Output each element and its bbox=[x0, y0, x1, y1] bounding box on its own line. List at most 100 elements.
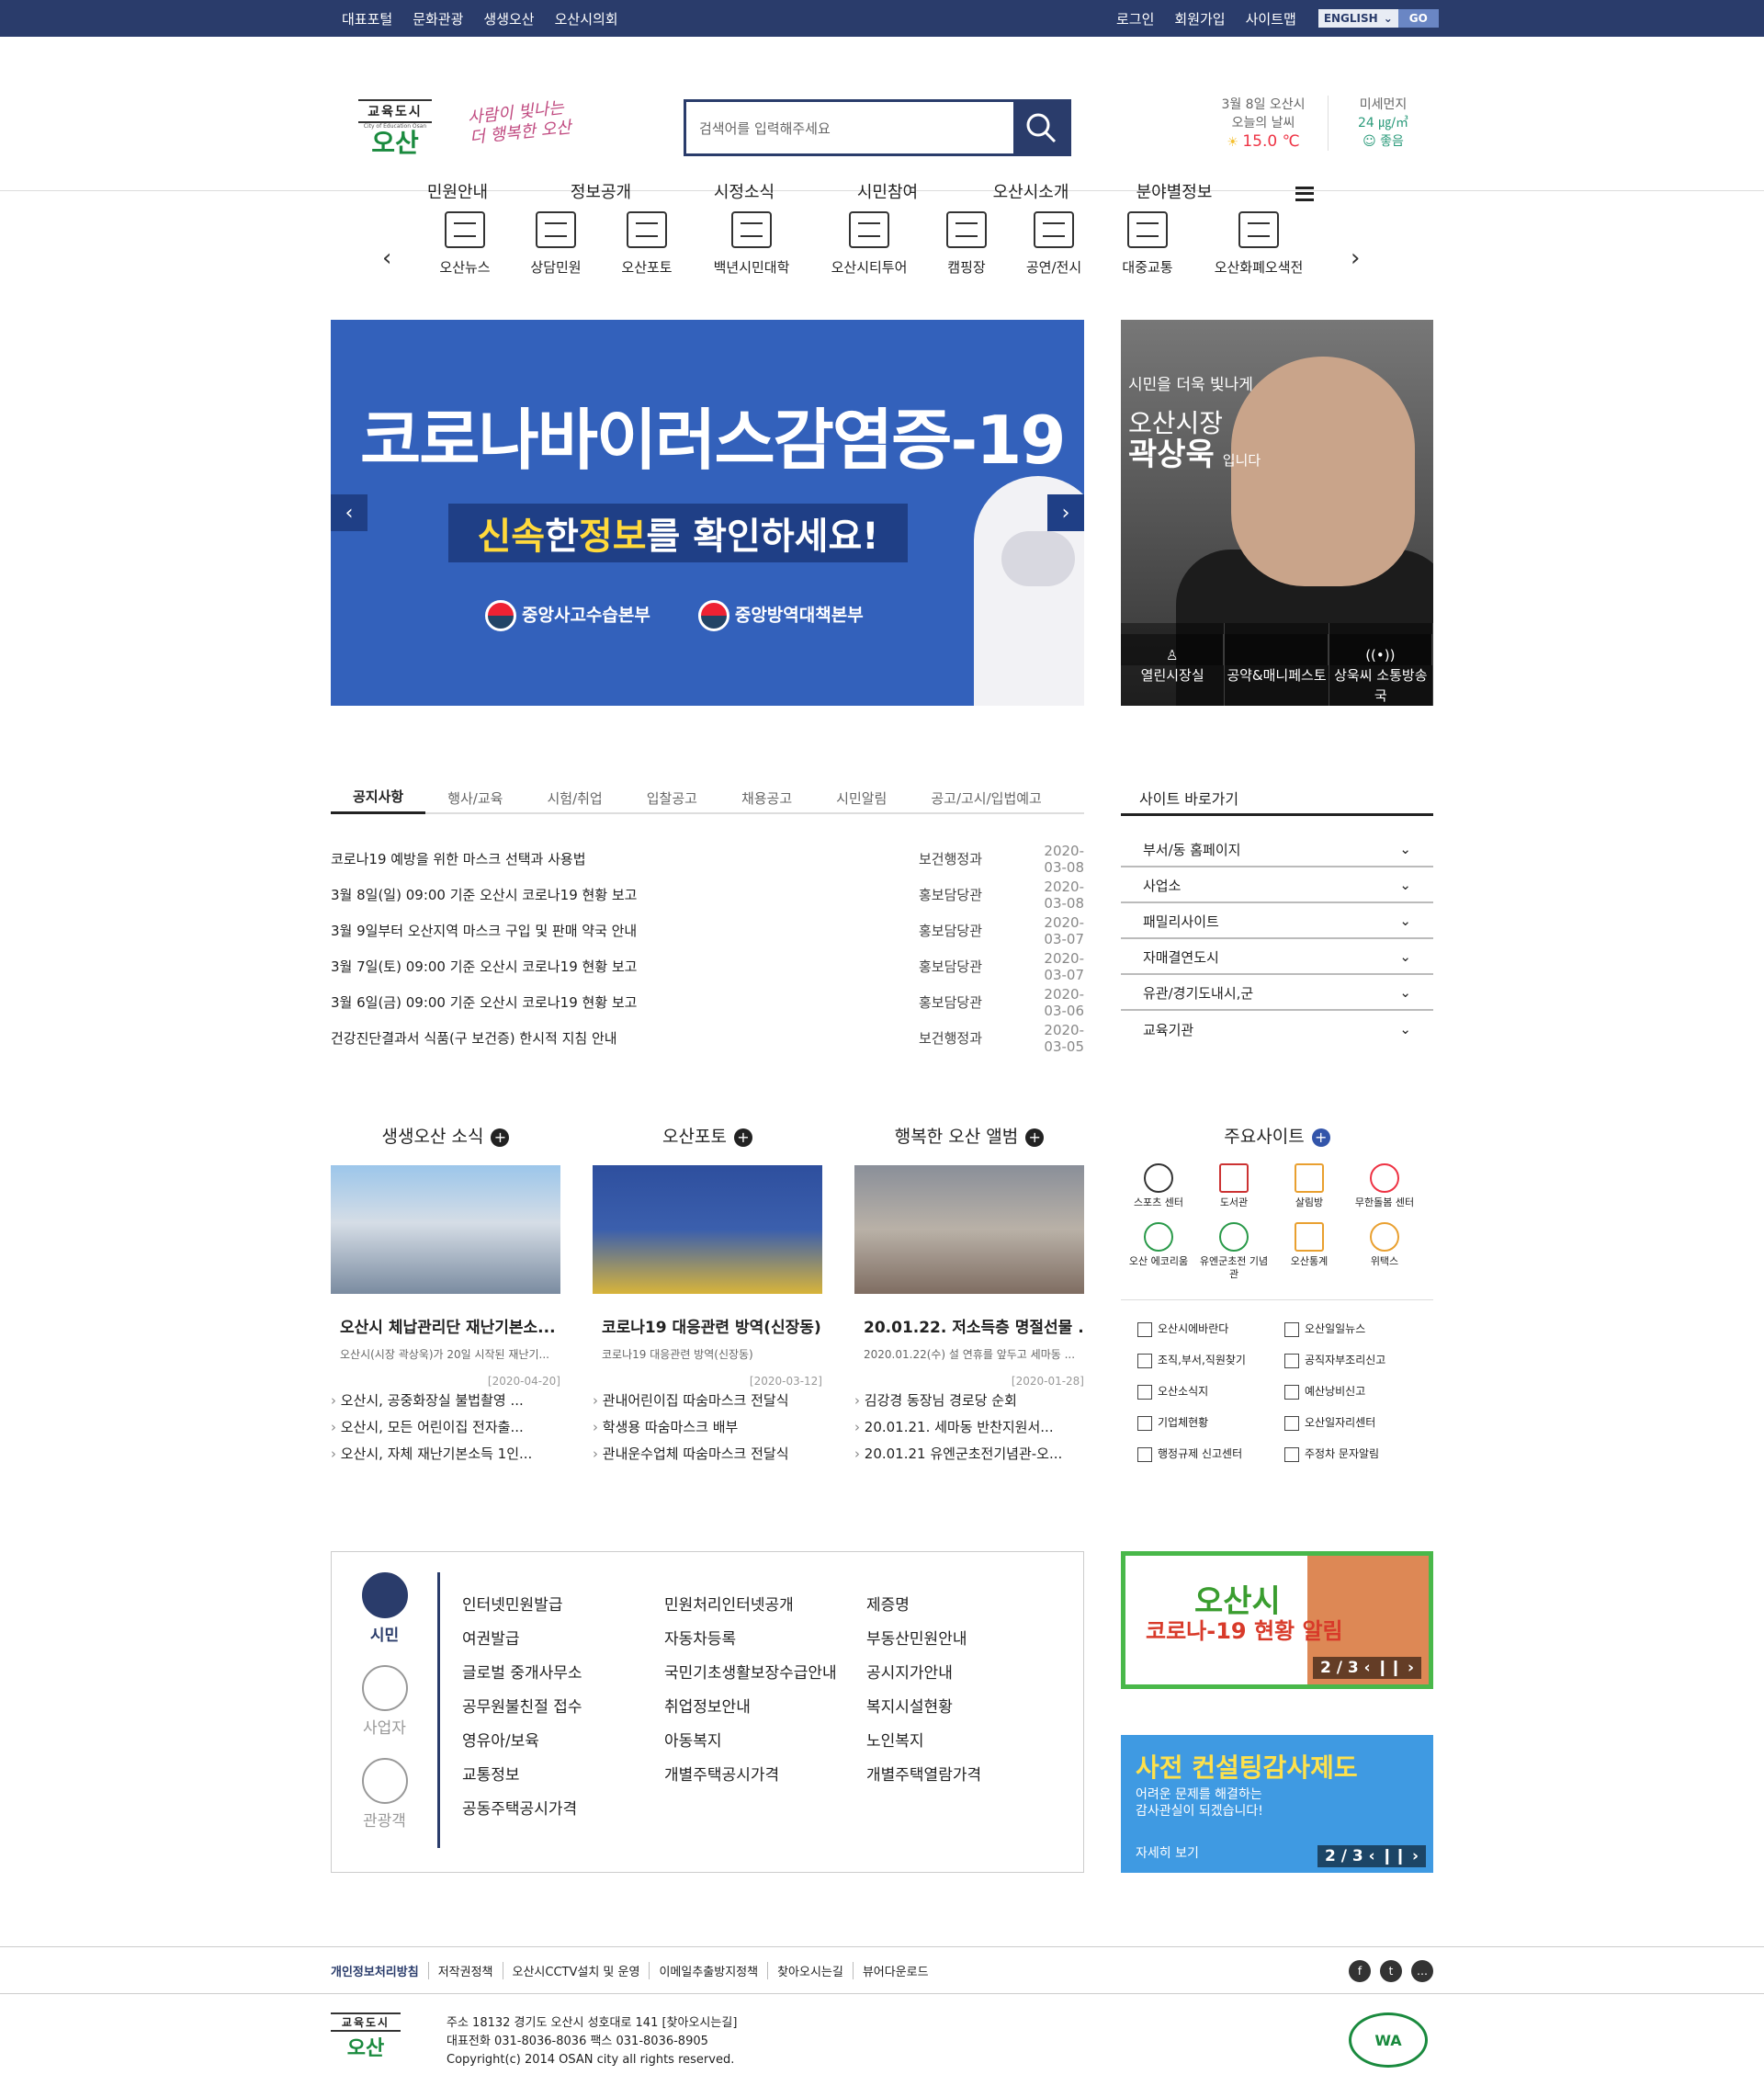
tab-business[interactable]: 사업자 bbox=[332, 1665, 437, 1738]
service-link[interactable]: 영유아/보육 bbox=[462, 1725, 664, 1759]
facebook-icon[interactable]: f bbox=[1349, 1960, 1371, 1982]
service-link[interactable]: 취업정보안내 bbox=[664, 1691, 866, 1725]
shortcut-select[interactable]: 유관/경기도내시,군 ⌄ bbox=[1121, 976, 1433, 1011]
search-input[interactable]: 검색어를 입력해주세요 bbox=[686, 102, 1013, 153]
quick-item[interactable]: 백년시민대학 bbox=[696, 211, 807, 277]
more-plus-icon[interactable]: + bbox=[1311, 1128, 1330, 1147]
shortcut-select[interactable]: 자매결연도시 ⌄ bbox=[1121, 940, 1433, 975]
link-daily-news[interactable]: 오산일일뉴스 bbox=[1284, 1319, 1431, 1339]
service-link[interactable]: 인터넷민원발급 bbox=[462, 1589, 664, 1623]
service-link[interactable]: 여권발급 bbox=[462, 1623, 664, 1657]
list-item[interactable]: 관내어린이집 따숨마스크 전달식 bbox=[593, 1388, 822, 1414]
nav-fields[interactable]: 분야별정보 bbox=[1102, 179, 1246, 203]
list-item[interactable]: 김강경 동장님 경로당 순회 bbox=[854, 1388, 1084, 1414]
twitter-icon[interactable]: t bbox=[1380, 1960, 1402, 1982]
link-news[interactable]: 생생오산 bbox=[483, 9, 534, 28]
service-link[interactable]: 자동차등록 bbox=[664, 1623, 866, 1657]
quick-item[interactable]: 대중교통 bbox=[1092, 211, 1203, 277]
card-image[interactable] bbox=[593, 1165, 822, 1294]
link-council[interactable]: 오산시의회 bbox=[555, 9, 618, 28]
list-item[interactable]: 3월 7일(토) 09:00 기준 오산시 코로나19 현황 보고 홍보담당관 20… bbox=[331, 948, 1084, 984]
link-parking-alert[interactable]: 주정차 문자알림 bbox=[1284, 1444, 1431, 1464]
tab-citizen[interactable]: 시민 bbox=[332, 1572, 437, 1645]
tab-events[interactable]: 행사/교육 bbox=[425, 781, 525, 814]
list-item[interactable]: 20.01.21 유엔군초전기념관-오... bbox=[854, 1441, 1084, 1468]
copyright-link[interactable]: 저작권정책 bbox=[427, 1961, 503, 1979]
directions-link[interactable]: 찾아오시는길 bbox=[767, 1961, 853, 1979]
search-button[interactable] bbox=[1013, 102, 1069, 153]
service-link[interactable]: 개별주택열람가격 bbox=[866, 1759, 1069, 1793]
site-library[interactable]: 도서관 bbox=[1196, 1163, 1272, 1209]
mayor-link[interactable]: ♙ 열린시장실 bbox=[1121, 623, 1226, 706]
chat-icon[interactable]: … bbox=[1411, 1960, 1433, 1982]
link-staff-search[interactable]: 조직,부서,직원찾기 bbox=[1137, 1350, 1284, 1370]
service-link[interactable]: 글로벌 중개사무소 bbox=[462, 1657, 664, 1691]
list-item[interactable]: 20.01.21. 세마동 반찬지원서... bbox=[854, 1414, 1084, 1441]
link-corruption-report[interactable]: 공직자부조리신고 bbox=[1284, 1350, 1431, 1370]
more-plus-icon[interactable]: + bbox=[491, 1128, 510, 1147]
language-dropdown[interactable]: ENGLISH ⌄ bbox=[1317, 9, 1398, 28]
tab-alerts[interactable]: 시민알림 bbox=[814, 781, 909, 814]
card-image[interactable] bbox=[331, 1165, 560, 1294]
shortcut-select[interactable]: 패밀리사이트 ⌄ bbox=[1121, 904, 1433, 939]
tab-bids[interactable]: 입찰공고 bbox=[625, 781, 719, 814]
quick-item[interactable]: 오산화폐오색전 bbox=[1204, 211, 1314, 277]
list-item[interactable]: 오산시, 자체 재난기본소득 1인... bbox=[331, 1441, 560, 1468]
site-statistics[interactable]: 오산통계 bbox=[1272, 1222, 1347, 1281]
list-item[interactable]: 3월 9일부터 오산지역 마스크 구입 및 판매 약국 안내 홍보담당관 2020-… bbox=[331, 913, 1084, 948]
service-link[interactable]: 부동산민원안내 bbox=[866, 1623, 1069, 1657]
shortcut-select[interactable]: 사업소 ⌄ bbox=[1121, 868, 1433, 903]
link-portal[interactable]: 대표포털 bbox=[342, 9, 392, 28]
service-link[interactable]: 공동주택공시가격 bbox=[462, 1793, 664, 1827]
tab-tourist[interactable]: 관광객 bbox=[332, 1758, 437, 1831]
nav-info[interactable]: 정보공개 bbox=[529, 179, 673, 203]
site-care-center[interactable]: 무한돌봄 센터 bbox=[1347, 1163, 1422, 1209]
link-suggestion[interactable]: 오산시에바란다 bbox=[1137, 1319, 1284, 1339]
main-banner[interactable]: 코로나바이러스감염증-19 신속 한 정보 를 확인하세요! 중앙사고수습본부 중앙방… bbox=[331, 320, 1084, 706]
nav-participation[interactable]: 시민참여 bbox=[816, 179, 959, 203]
site-salimbang[interactable]: 살림방 bbox=[1272, 1163, 1347, 1209]
site-wetax[interactable]: 위택스 bbox=[1347, 1222, 1422, 1281]
service-link[interactable]: 아동복지 bbox=[664, 1725, 866, 1759]
list-item[interactable]: 학생용 따숨마스크 배부 bbox=[593, 1414, 822, 1441]
link-company-status[interactable]: 기업체현황 bbox=[1137, 1412, 1284, 1433]
tab-hiring[interactable]: 채용공고 bbox=[719, 781, 814, 814]
promo-pager[interactable]: 2 / 3 ‹ ❙❙ › bbox=[1317, 1845, 1426, 1867]
list-item[interactable]: 3월 6일(금) 09:00 기준 오산시 코로나19 현황 보고 홍보담당관 20… bbox=[331, 984, 1084, 1020]
more-link[interactable]: 자세히 보기 bbox=[1136, 1843, 1199, 1862]
shortcut-select[interactable]: 부서/동 홈페이지 ⌄ bbox=[1121, 833, 1433, 867]
service-link[interactable]: 노인복지 bbox=[866, 1725, 1069, 1759]
link-job-center[interactable]: 오산일자리센터 bbox=[1284, 1412, 1431, 1433]
service-link[interactable]: 개별주택공시가격 bbox=[664, 1759, 866, 1793]
audit-promo[interactable]: 사전 컨설팅감사제도 어려운 문제를 해결하는 감사관실이 되겠습니다! 자세히 … bbox=[1121, 1735, 1433, 1873]
card-image[interactable] bbox=[854, 1165, 1084, 1294]
link-culture[interactable]: 문화관광 bbox=[413, 9, 463, 28]
banner-prev-button[interactable]: ‹ bbox=[331, 494, 368, 531]
more-plus-icon[interactable]: + bbox=[733, 1128, 752, 1147]
list-item[interactable]: 오산시, 공중화장실 불법촬영 ... bbox=[331, 1388, 560, 1414]
service-link[interactable]: 국민기초생활보장수급안내 bbox=[664, 1657, 866, 1691]
signup-link[interactable]: 회원가입 bbox=[1174, 9, 1225, 28]
more-plus-icon[interactable]: + bbox=[1025, 1128, 1045, 1147]
service-link[interactable]: 민원처리인터넷공개 bbox=[664, 1589, 866, 1623]
shortcut-select[interactable]: 교육기관 ⌄ bbox=[1121, 1012, 1433, 1047]
quick-prev-icon[interactable]: ‹ bbox=[382, 244, 391, 272]
list-item[interactable]: 오산시, 모든 어린이집 전자출... bbox=[331, 1414, 560, 1441]
language-go-button[interactable]: GO bbox=[1397, 9, 1439, 28]
banner-next-button[interactable]: › bbox=[1047, 494, 1084, 531]
email-policy-link[interactable]: 이메일추출방지정책 bbox=[649, 1961, 767, 1979]
service-link[interactable]: 교통정보 bbox=[462, 1759, 664, 1793]
service-link[interactable]: 공무원불친절 접수 bbox=[462, 1691, 664, 1725]
link-regulation-report[interactable]: 행정규제 신고센터 bbox=[1137, 1444, 1284, 1464]
privacy-link[interactable]: 개인정보처리방침 bbox=[331, 1962, 428, 1979]
service-link[interactable]: 복지시설현황 bbox=[866, 1691, 1069, 1725]
site-un-memorial[interactable]: 유엔군초전 기념관 bbox=[1196, 1222, 1272, 1281]
covid-status-promo[interactable]: 오산시 코로나-19 현황 알림 2 / 3 ‹ ❙❙ › bbox=[1121, 1551, 1433, 1689]
cctv-link[interactable]: 오산시CCTV설치 및 운영 bbox=[502, 1961, 650, 1979]
list-item[interactable]: 관내운수업체 따숨마스크 전달식 bbox=[593, 1441, 822, 1468]
link-budget-waste[interactable]: 예산낭비신고 bbox=[1284, 1381, 1431, 1401]
list-item[interactable]: 코로나19 예방을 위한 마스크 선택과 사용법 보건행정과 2020-03-08 bbox=[331, 841, 1084, 877]
service-link[interactable]: 공시지가안내 bbox=[866, 1657, 1069, 1691]
quick-next-icon[interactable]: › bbox=[1351, 244, 1360, 272]
tab-notice[interactable]: 공지사항 bbox=[331, 781, 426, 814]
